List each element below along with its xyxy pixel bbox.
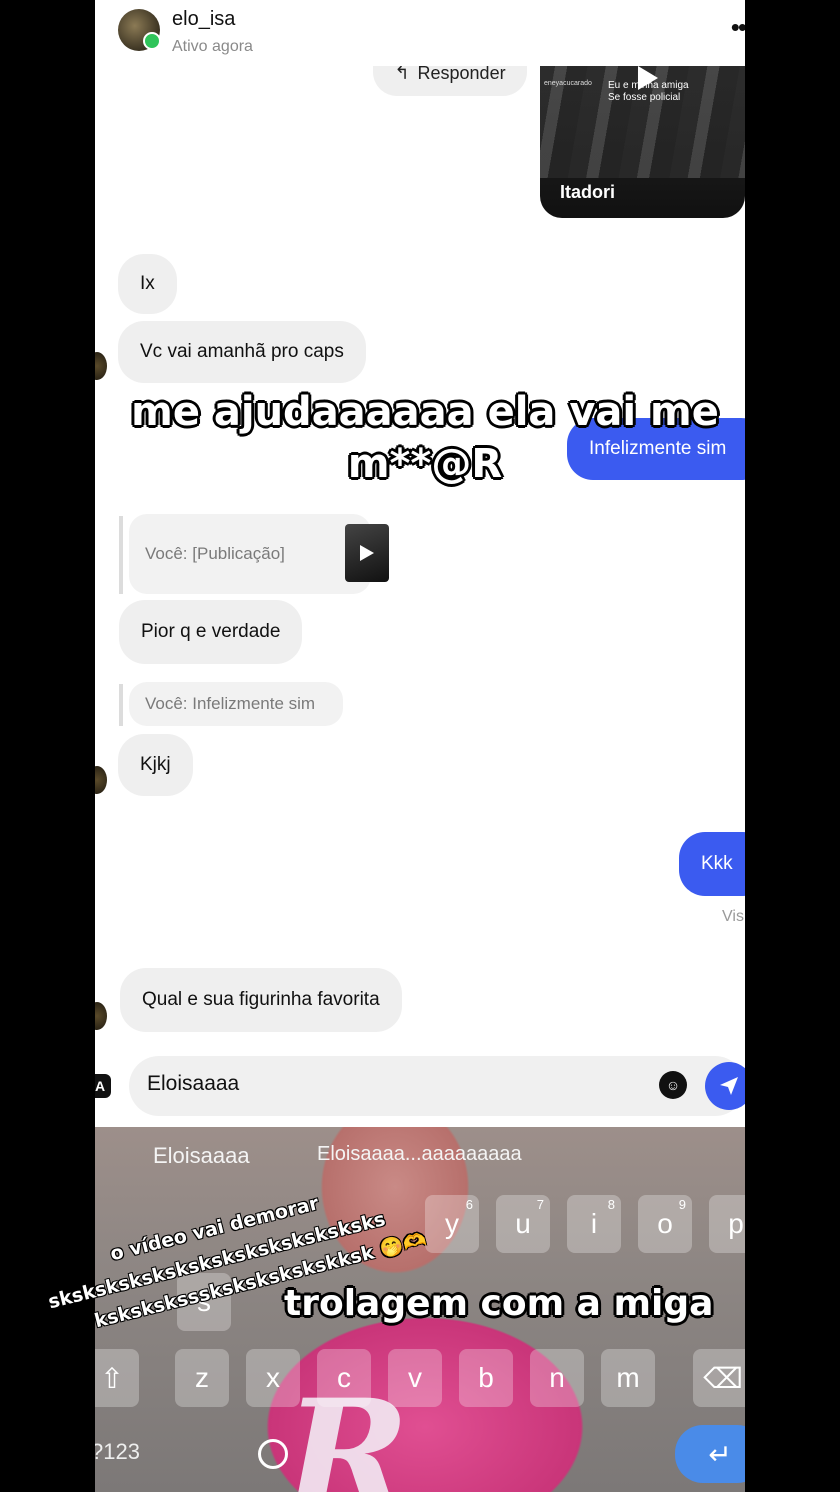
message-composer[interactable]: Eloisaaaa ☺ xyxy=(129,1056,745,1116)
chat-username[interactable]: elo_isa xyxy=(172,8,235,31)
bottom-caption-overlay: trolagem com a miga xyxy=(283,1282,714,1325)
post-thumbnail xyxy=(345,524,389,582)
message-incoming[interactable]: Pior q e verdade xyxy=(119,600,303,664)
sticker-icon[interactable]: ☺ xyxy=(659,1071,687,1099)
reply-quote-text[interactable]: Você: Infelizmente sim xyxy=(129,682,343,726)
play-icon xyxy=(638,66,658,90)
suggestion-1[interactable]: Eloisaaaa xyxy=(153,1143,250,1169)
sender-avatar xyxy=(95,352,107,380)
key-c[interactable]: c xyxy=(317,1349,371,1407)
top-caption-overlay: me ajudaaaaaa ela vai me m**@R xyxy=(130,388,720,488)
reply-quote-post[interactable]: Você: [Publicação] xyxy=(129,514,389,594)
message-text: Vc vai amanhã pro caps xyxy=(140,341,344,362)
key-o[interactable]: o9 xyxy=(638,1195,692,1253)
message-text: Pior q e verdade xyxy=(141,621,281,642)
message-text: Ix xyxy=(140,273,155,294)
key-p[interactable]: p0 xyxy=(709,1195,745,1253)
message-incoming[interactable]: Qual e sua figurinha favorita xyxy=(120,968,402,1032)
message-incoming[interactable]: Vc vai amanhã pro caps xyxy=(118,321,366,383)
seen-status: Vis xyxy=(722,908,744,925)
shared-post-card[interactable]: eneyacucarado Eu e minha amiga Se fosse … xyxy=(540,48,745,218)
online-status-dot xyxy=(143,32,161,50)
sender-avatar xyxy=(95,766,107,794)
quote-text: Você: [Publicação] xyxy=(145,544,285,563)
key-n[interactable]: n xyxy=(530,1349,584,1407)
message-incoming[interactable]: Ix xyxy=(118,254,177,314)
message-text: Kjkj xyxy=(140,754,171,775)
enter-key[interactable]: ↵ xyxy=(675,1425,745,1483)
post-tagline: Itadori xyxy=(560,182,616,202)
numbers-key[interactable]: ?123 xyxy=(95,1439,140,1465)
play-icon xyxy=(360,545,374,561)
apps-icon[interactable]: A xyxy=(95,1074,111,1098)
key-i[interactable]: i8 xyxy=(567,1195,621,1253)
reply-quote-line xyxy=(119,684,123,726)
quote-text: Você: Infelizmente sim xyxy=(145,694,316,713)
chat-header: elo_isa Ativo agora •• xyxy=(95,0,745,66)
sender-avatar xyxy=(95,1002,107,1030)
message-input[interactable]: Eloisaaaa xyxy=(147,1072,239,1096)
more-options-icon[interactable]: •• xyxy=(731,12,745,43)
chat-status: Ativo agora xyxy=(172,38,253,55)
send-icon xyxy=(720,1077,738,1095)
key-v[interactable]: v xyxy=(388,1349,442,1407)
message-outgoing[interactable]: Kkk xyxy=(679,832,745,896)
post-handle: eneyacucarado xyxy=(544,80,592,87)
key-y[interactable]: y6 xyxy=(425,1195,479,1253)
message-incoming[interactable]: Kjkj xyxy=(118,734,193,796)
key-m[interactable]: m xyxy=(601,1349,655,1407)
emoji-icon[interactable] xyxy=(258,1439,288,1469)
key-x[interactable]: x xyxy=(246,1349,300,1407)
shift-key[interactable]: ⇧ xyxy=(95,1349,139,1407)
key-u[interactable]: u7 xyxy=(496,1195,550,1253)
message-text: Kkk xyxy=(701,853,733,874)
key-z[interactable]: z xyxy=(175,1349,229,1407)
send-button[interactable] xyxy=(705,1062,745,1110)
backspace-key[interactable]: ⌫ xyxy=(693,1349,745,1407)
message-text: Qual e sua figurinha favorita xyxy=(142,989,380,1010)
suggestion-2[interactable]: Eloisaaaa...aaaaaaaaa xyxy=(317,1143,522,1166)
reply-quote-line xyxy=(119,516,123,594)
key-b[interactable]: b xyxy=(459,1349,513,1407)
